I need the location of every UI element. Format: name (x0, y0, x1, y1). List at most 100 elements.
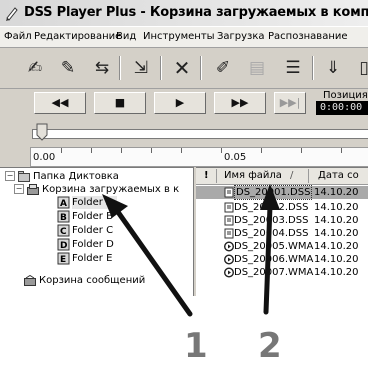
slider-track[interactable] (32, 129, 368, 139)
header-date[interactable]: Дата со (318, 170, 359, 181)
wma-file-icon (224, 267, 234, 278)
tree-label: Folder A (72, 197, 113, 208)
scale-tick (261, 148, 262, 153)
toolbar-separator (200, 56, 201, 80)
file-name: DS_20007.WMA (234, 267, 314, 278)
file-name: DS_20002.DSS (234, 202, 309, 213)
svg-text:D: D (60, 241, 67, 251)
header-priority[interactable]: ! (204, 170, 209, 181)
tree-label: Folder D (72, 239, 114, 250)
tree-item-message-tray[interactable]: Корзина сообщений (24, 274, 145, 287)
import-icon[interactable]: ⇲ (128, 55, 154, 81)
menu-recognition[interactable]: Распознавание (268, 27, 348, 47)
position-display: 0:00:00 (316, 101, 368, 115)
message-tray-icon (24, 274, 36, 286)
tree-item-folder-a[interactable]: Folder A (72, 196, 117, 209)
sort-indicator: / (290, 170, 294, 181)
tree-item-folder-b[interactable]: Folder B (72, 210, 113, 223)
menu-download[interactable]: Загрузка (217, 27, 265, 47)
preview-icon[interactable]: ▤ (244, 55, 270, 81)
position-label: Позиция (323, 90, 368, 101)
record-icon[interactable]: ✍ (22, 55, 48, 81)
settings-icon[interactable]: ☰ (280, 55, 306, 81)
file-date: 14.10.20 (314, 187, 359, 198)
skip-end-button[interactable]: ▶▶| (274, 92, 306, 114)
tree-label: Folder B (72, 211, 113, 222)
file-date: 14.10.20 (314, 267, 359, 278)
transfer-icon[interactable]: ⇆ (89, 55, 115, 81)
edit-icon[interactable]: ✎ (55, 55, 81, 81)
file-date: 14.10.20 (314, 228, 359, 239)
dss-file-icon (224, 202, 234, 213)
tray-icon (27, 183, 39, 195)
svg-text:C: C (60, 227, 67, 237)
svg-text:E: E (60, 255, 66, 265)
menu-bar: Файл Редактирование Вид Инструменты Загр… (0, 26, 368, 48)
properties-icon[interactable]: ✐ (210, 55, 236, 81)
toolbar-separator (119, 56, 120, 80)
title-bar[interactable]: DSS Player Plus - Корзина загружаемых в … (0, 0, 368, 26)
folder-tree: − Папка Диктовка − Корзина загружаемых в к… (0, 167, 194, 296)
menu-tools[interactable]: Инструменты (143, 27, 215, 47)
wma-file-icon (224, 241, 234, 252)
app-pen-icon (6, 7, 18, 21)
menu-edit[interactable]: Редактирование (34, 27, 121, 47)
dss-file-icon (224, 215, 234, 226)
table-row[interactable]: DS_20001.DSS 14.10.20 (196, 185, 368, 200)
table-row[interactable]: DS_20003.DSS 14.10.20 (196, 214, 368, 227)
play-button[interactable]: ▶ (154, 92, 206, 114)
table-row[interactable]: DS_20007.WMA 14.10.20 (196, 266, 368, 279)
file-list: ! Имя файла / Дата со DS_20001.DSS 14.10… (196, 167, 368, 296)
toolbar-separator (160, 56, 161, 80)
scale-tick (221, 148, 222, 153)
time-scale: 0.00 0.05 (30, 147, 368, 167)
table-row[interactable]: DS_20005.WMA 14.10.20 (196, 240, 368, 253)
file-name: DS_20005.WMA (234, 241, 314, 252)
position-slider: 0.00 0.05 (0, 117, 368, 167)
tree-item-folder-d[interactable]: Folder D (72, 238, 114, 251)
tree-label: Папка Диктовка (33, 171, 119, 182)
file-name: DS_20003.DSS (234, 215, 309, 226)
tree-item-folder-c[interactable]: Folder C (72, 224, 113, 237)
folder-icon (18, 170, 30, 182)
collapse-icon[interactable]: − (14, 184, 24, 194)
callout-number-2: 2 (258, 326, 282, 366)
file-date: 14.10.20 (314, 241, 359, 252)
table-row[interactable]: DS_20006.WMA 14.10.20 (196, 253, 368, 266)
tree-item-download-tray[interactable]: − Корзина загружаемых в к (14, 183, 179, 196)
tree-item-folder-e[interactable]: Folder E (72, 252, 112, 265)
header-separator (308, 169, 309, 183)
scale-tick (341, 148, 342, 153)
fast-forward-button[interactable]: ▶▶ (214, 92, 266, 114)
table-row[interactable]: DS_20004.DSS 14.10.20 (196, 227, 368, 240)
header-filename[interactable]: Имя файла (224, 170, 282, 181)
file-date: 14.10.20 (314, 215, 359, 226)
download-icon[interactable]: ⇓ (320, 55, 346, 81)
rewind-button[interactable]: ◀◀ (34, 92, 86, 114)
scale-tick (61, 148, 62, 153)
scale-label-start: 0.00 (33, 152, 56, 163)
callout-number-1: 1 (184, 326, 208, 366)
more-icon[interactable]: ▯ (351, 55, 368, 81)
scale-tick (301, 148, 302, 153)
transport-bar: ◀◀ ■ ▶ ▶▶ ▶▶| Позиция 0:00:00 (0, 89, 368, 117)
dss-file-icon (224, 228, 234, 239)
toolbar-separator (312, 56, 313, 80)
table-row[interactable]: DS_20002.DSS 14.10.20 (196, 201, 368, 214)
file-name: DS_20001.DSS (234, 185, 313, 200)
delete-icon[interactable]: ✕ (169, 55, 195, 81)
menu-file[interactable]: Файл (4, 27, 32, 47)
list-header: ! Имя файла / Дата со (196, 168, 368, 185)
tree-label: Folder E (72, 253, 113, 264)
svg-text:B: B (60, 213, 67, 223)
stop-button[interactable]: ■ (94, 92, 146, 114)
wma-file-icon (224, 254, 234, 265)
tree-label: Корзина загружаемых в к (42, 184, 180, 195)
tree-item-dictation[interactable]: − Папка Диктовка (5, 170, 119, 183)
file-date: 14.10.20 (314, 202, 359, 213)
menu-view[interactable]: Вид (116, 27, 136, 47)
header-separator (216, 169, 217, 183)
slider-thumb[interactable] (36, 123, 48, 141)
file-name: DS_20006.WMA (234, 254, 314, 265)
collapse-icon[interactable]: − (5, 171, 15, 181)
